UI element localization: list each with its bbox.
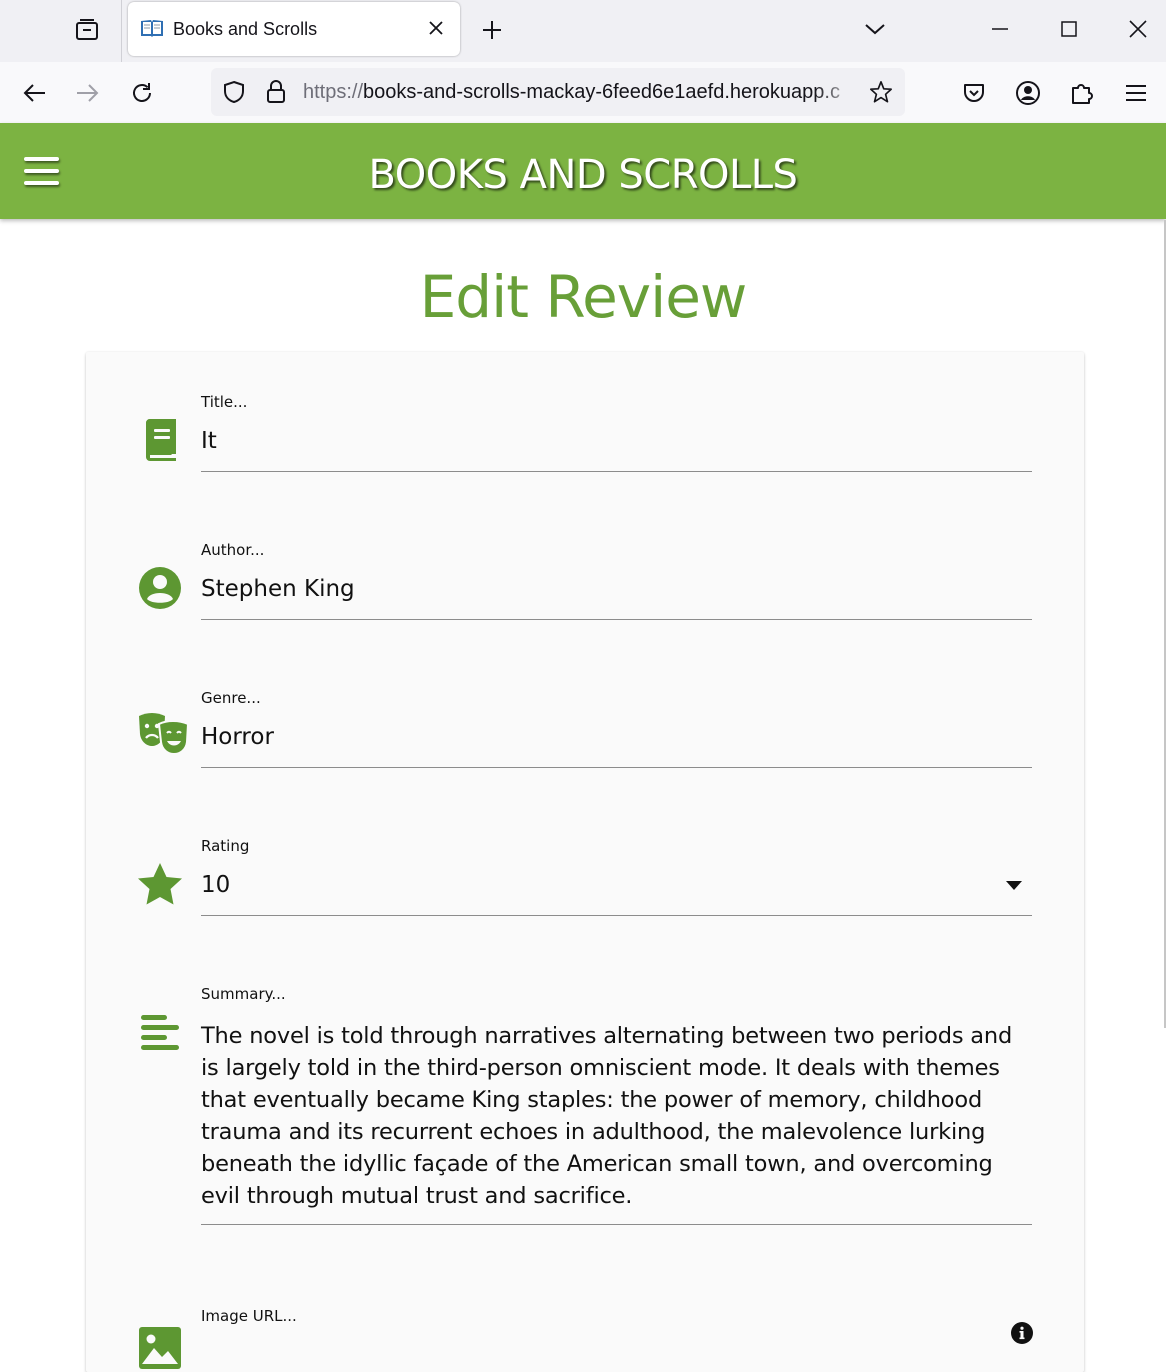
close-window-icon[interactable]	[1118, 12, 1158, 46]
browser-tab-active[interactable]: Books and Scrolls	[128, 2, 460, 56]
tab-separator	[121, 0, 122, 62]
browser-navigation-bar: https://books-and-scrolls-mackay-6feed6e…	[0, 62, 1166, 124]
site-brand-title[interactable]: BOOKS AND SCROLLS	[0, 123, 1166, 219]
page-title: Edit Review	[419, 263, 748, 331]
info-icon[interactable]	[1011, 1322, 1033, 1344]
list-all-tabs-chevron-icon[interactable]	[860, 14, 890, 44]
url-text[interactable]: https://books-and-scrolls-mackay-6feed6e…	[303, 80, 859, 104]
genre-input-underline	[201, 767, 1032, 768]
genre-input[interactable]: Horror	[201, 724, 1031, 750]
app-menu-icon[interactable]	[1119, 76, 1153, 110]
star-icon	[136, 860, 184, 908]
author-input[interactable]: Stephen King	[201, 576, 1031, 602]
bookmark-star-icon[interactable]	[869, 80, 893, 104]
title-input[interactable]: It	[201, 428, 1031, 454]
address-bar[interactable]: https://books-and-scrolls-mackay-6feed6e…	[211, 68, 905, 116]
site-header: BOOKS AND SCROLLS	[0, 123, 1166, 219]
dropdown-caret-icon[interactable]	[1006, 881, 1022, 890]
genre-label: Genre...	[201, 689, 261, 707]
image-icon	[136, 1324, 184, 1372]
minimize-window-icon[interactable]	[980, 12, 1020, 46]
rating-label: Rating	[201, 837, 250, 855]
book-icon	[136, 416, 184, 464]
forward-arrow-icon[interactable]	[71, 76, 105, 110]
notes-icon	[136, 1008, 184, 1056]
lock-icon[interactable]	[264, 80, 288, 104]
account-circle-icon	[136, 564, 184, 612]
summary-textarea-underline	[201, 1224, 1032, 1225]
summary-textarea[interactable]: The novel is told through narratives alt…	[201, 1020, 1031, 1212]
account-icon[interactable]	[1011, 76, 1045, 110]
tab-title: Books and Scrolls	[173, 19, 318, 39]
url-protocol: https://	[303, 81, 364, 103]
title-input-underline	[201, 471, 1032, 472]
title-label: Title...	[201, 393, 248, 411]
edit-review-form: Title... It Author... Stephen King Genre…	[86, 352, 1084, 1372]
firefox-view-icon[interactable]	[70, 14, 104, 46]
browser-tab-strip: Books and Scrolls	[0, 0, 1166, 62]
extensions-puzzle-icon[interactable]	[1065, 76, 1099, 110]
close-tab-icon[interactable]	[424, 16, 448, 40]
open-book-favicon-icon	[139, 17, 165, 39]
pocket-icon[interactable]	[957, 76, 991, 110]
image-url-label: Image URL...	[201, 1307, 297, 1325]
rating-select[interactable]: 10	[201, 872, 1031, 898]
reload-icon[interactable]	[125, 76, 159, 110]
tracking-protection-shield-icon[interactable]	[222, 80, 246, 104]
summary-label: Summary...	[201, 985, 286, 1003]
new-tab-plus-icon[interactable]	[478, 14, 506, 46]
rating-select-underline	[201, 915, 1032, 916]
author-label: Author...	[201, 541, 265, 559]
back-arrow-icon[interactable]	[17, 76, 51, 110]
maximize-window-icon[interactable]	[1049, 12, 1089, 46]
author-input-underline	[201, 619, 1032, 620]
url-host: books-and-scrolls-mackay-6feed6e1aefd.he…	[363, 81, 840, 103]
theater-masks-icon	[136, 710, 192, 758]
